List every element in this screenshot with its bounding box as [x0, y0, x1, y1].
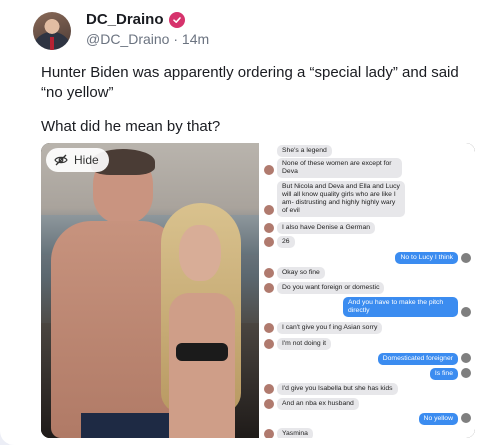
chat-bubble: Do you want foreign or domestic [277, 282, 385, 294]
chat-message: And you have to make the pitch directly [343, 297, 458, 317]
chat-bubble: And you have to make the pitch directly [343, 297, 458, 317]
chat-message: 26 [277, 236, 295, 248]
sender-avatar [264, 223, 274, 233]
chat-message: I can't give you f ing Asian sorry [277, 322, 383, 334]
chat-bubble: 26 [277, 236, 295, 248]
chat-message: Do you want foreign or domestic [277, 282, 385, 294]
chat-message: I'm not doing it [277, 338, 331, 350]
post-text: Hunter Biden was apparently ordering a “… [41, 63, 461, 137]
sender-avatar [264, 268, 274, 278]
author-handle[interactable]: @DC_Draino [86, 31, 169, 47]
my-avatar [461, 253, 471, 263]
chat-message: Domesticated foreigner [377, 353, 458, 365]
chat-bubble: She's a legend [277, 145, 332, 157]
sender-avatar [264, 399, 274, 409]
sender-avatar [264, 339, 274, 349]
my-avatar [461, 368, 471, 378]
hide-label: Hide [74, 153, 99, 167]
chat-bubble: But Nicola and Deva and Ella and Lucy wi… [277, 181, 405, 217]
chat-bubble: I'm not doing it [277, 338, 331, 350]
post-time[interactable]: 14m [182, 31, 209, 47]
hide-media-button[interactable]: Hide [46, 148, 109, 172]
author-avatar[interactable] [33, 12, 71, 50]
chat-message: And an nba ex husband [277, 398, 359, 410]
sender-avatar [264, 323, 274, 333]
chat-message: Is fine [429, 368, 458, 380]
author-display-name[interactable]: DC_Draino [86, 11, 164, 28]
sender-avatar [264, 384, 274, 394]
chat-bubble: Domesticated foreigner [377, 353, 458, 365]
chat-bubble: I can't give you f ing Asian sorry [277, 322, 383, 334]
chat-bubble: No yellow [418, 413, 458, 425]
chat-bubble: No to Lucy I think [395, 252, 458, 264]
chat-screenshot: She's a legend None of these women are e… [259, 143, 475, 438]
my-avatar [461, 307, 471, 317]
post-paragraph-1: Hunter Biden was apparently ordering a “… [41, 64, 459, 101]
author-name-row: DC_Draino [86, 11, 185, 28]
sender-avatar [264, 429, 274, 438]
verified-badge-icon [168, 11, 185, 28]
chat-message: But Nicola and Deva and Ella and Lucy wi… [277, 181, 405, 217]
chat-bubble: Is fine [429, 368, 458, 380]
chat-message: None of these women are except for Deva [277, 158, 402, 178]
chat-bubble: And an nba ex husband [277, 398, 359, 410]
author-meta: @DC_Draino · 14m [86, 31, 209, 47]
chat-message: Yasmina [277, 428, 313, 438]
chat-bubble: Okay so fine [277, 267, 325, 279]
sender-avatar [264, 237, 274, 247]
post-card: DC_Draino @DC_Draino · 14m Hunter Biden … [0, 0, 500, 445]
chat-bubble: I'd give you Isabella but she has kids [277, 383, 398, 395]
chat-bubble: None of these women are except for Deva [277, 158, 402, 178]
post-media[interactable]: Hide She's a legend None of these women … [41, 143, 475, 438]
chat-message: She's a legend [277, 145, 332, 157]
chat-bubble: I also have Denise a German [277, 222, 376, 234]
chat-message: Okay so fine [277, 267, 325, 279]
chat-message: I'd give you Isabella but she has kids [277, 383, 398, 395]
chat-message: I also have Denise a German [277, 222, 376, 234]
sender-avatar [264, 283, 274, 293]
sender-avatar [264, 205, 274, 215]
meta-separator: · [169, 31, 182, 47]
media-photo: Hide [41, 143, 259, 438]
sender-avatar [264, 165, 274, 175]
chat-message: No yellow [418, 413, 458, 425]
chat-bubble: Yasmina [277, 428, 313, 438]
chat-message: No to Lucy I think [395, 252, 458, 264]
my-avatar [461, 353, 471, 363]
post-paragraph-2: What did he mean by that? [41, 118, 221, 135]
my-avatar [461, 413, 471, 423]
eye-slash-icon [54, 154, 68, 166]
